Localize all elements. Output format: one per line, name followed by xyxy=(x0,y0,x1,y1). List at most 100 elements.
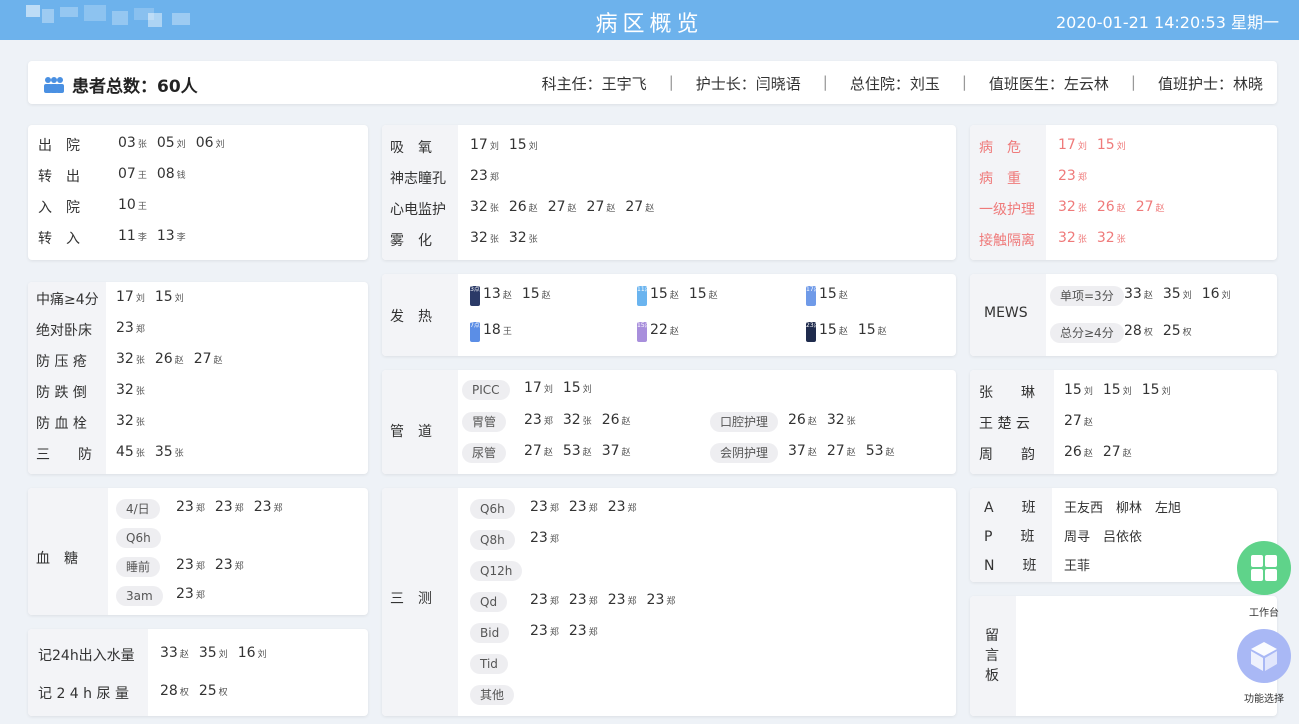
fever-item[interactable]: 17点 15 赵 xyxy=(806,286,858,306)
vital-signs-panel[interactable]: 三 测 Q6h 23 郑 23 郑 23 郑 Q8h 23 郑 Q12h Qd 23 郑 23 郑 23 郑 23 郑… xyxy=(382,488,956,716)
bed-number[interactable]: 32 张 xyxy=(1058,230,1087,246)
bed-number[interactable]: 27 赵 xyxy=(827,443,856,459)
bed-number[interactable]: 27 赵 xyxy=(625,199,654,215)
workbench-button[interactable] xyxy=(1237,541,1291,595)
tube-type-tag[interactable]: 口腔护理 xyxy=(710,412,779,432)
glucose-frequency-tag[interactable]: 3am xyxy=(116,586,163,606)
bed-number[interactable]: 11 李 xyxy=(118,228,147,244)
bed-number[interactable]: 33 赵 xyxy=(160,645,189,661)
bed-number[interactable]: 26 赵 xyxy=(155,351,184,367)
bed-number[interactable]: 23 郑 xyxy=(524,412,553,428)
function-select-button[interactable] xyxy=(1237,629,1291,683)
bed-number[interactable]: 13 李 xyxy=(157,228,186,244)
bed-number[interactable]: 23 郑 xyxy=(176,499,205,515)
bed-number[interactable]: 15 刘 xyxy=(1064,382,1093,398)
vitals-frequency-tag[interactable]: 其他 xyxy=(470,685,515,705)
bed-number[interactable]: 27 赵 xyxy=(1064,413,1093,429)
fever-item[interactable]: 3点 13 赵 15 赵 xyxy=(470,286,561,306)
bed-number[interactable]: 23 郑 xyxy=(215,557,244,573)
bed-number[interactable]: 23 郑 xyxy=(254,499,283,515)
bed-number[interactable]: 27 赵 xyxy=(1136,199,1165,215)
patient-movement-panel[interactable]: 出 院 03 张 05 刘 06 刘转 出 07 王 08 钱入 院 10 王转 入 11 李 13 李 xyxy=(28,125,368,260)
bed-number[interactable]: 23 郑 xyxy=(647,592,676,608)
tubes-panel[interactable]: 管 道 PICC 17 刘 15 刘胃管 23 郑 32 张 26 赵口腔护理 26 赵 32 张尿管 27 赵… xyxy=(382,370,956,474)
bed-number[interactable]: 23 郑 xyxy=(1058,168,1087,184)
bed-number[interactable]: 33 赵 xyxy=(1124,286,1153,302)
fever-panel[interactable]: 发 热 3点 13 赵 15 赵 11点 15 赵 15 赵 17点 15 赵 7点 18 王 15点 22 赵 23… xyxy=(382,274,956,356)
bed-number[interactable]: 25 权 xyxy=(199,683,228,699)
bed-number[interactable]: 05 刘 xyxy=(157,135,186,151)
blood-glucose-panel[interactable]: 血 糖 4/日 23 郑 23 郑 23 郑 Q6h 睡前 23 郑 23 郑 3am 23 郑 xyxy=(28,488,368,615)
bed-number[interactable]: 08 钱 xyxy=(157,166,186,182)
bed-number[interactable]: 28 权 xyxy=(1124,323,1153,339)
bed-number[interactable]: 27 赵 xyxy=(548,199,577,215)
vitals-frequency-tag[interactable]: Bid xyxy=(470,623,510,643)
bed-number[interactable]: 53 赵 xyxy=(866,443,895,459)
bed-number[interactable]: 15 刘 xyxy=(509,137,538,153)
bed-number[interactable]: 23 郑 xyxy=(176,586,205,602)
bed-number[interactable]: 15 赵 xyxy=(858,322,887,342)
bed-number[interactable]: 23 郑 xyxy=(530,623,559,639)
bed-number[interactable]: 16 刘 xyxy=(1202,286,1231,302)
bed-number[interactable]: 15 赵 xyxy=(689,286,718,306)
bed-number[interactable]: 17 刘 xyxy=(116,289,145,305)
bed-number[interactable]: 23 郑 xyxy=(530,530,559,546)
bed-number[interactable]: 17 刘 xyxy=(1058,137,1087,153)
bed-number[interactable]: 06 刘 xyxy=(196,135,225,151)
mews-panel[interactable]: MEWS 单项=3分 33 赵 35 刘 16 刘总分≥4分 28 权 25 权 xyxy=(970,274,1277,356)
bed-number[interactable]: 15 赵 xyxy=(819,322,848,342)
mews-criteria-tag[interactable]: 总分≥4分 xyxy=(1050,323,1124,343)
bed-number[interactable]: 15 赵 xyxy=(819,286,848,306)
glucose-frequency-tag[interactable]: Q6h xyxy=(116,528,161,548)
bed-number[interactable]: 23 郑 xyxy=(569,499,598,515)
bed-number[interactable]: 28 权 xyxy=(160,683,189,699)
bed-number[interactable]: 32 张 xyxy=(563,412,592,428)
bed-number[interactable]: 03 张 xyxy=(118,135,147,151)
tube-type-tag[interactable]: 尿管 xyxy=(462,443,507,463)
bed-number[interactable]: 35 刘 xyxy=(199,645,228,661)
bed-number[interactable]: 23 郑 xyxy=(608,592,637,608)
bed-number[interactable]: 15 刘 xyxy=(155,289,184,305)
bed-number[interactable]: 17 刘 xyxy=(524,380,553,396)
bed-number[interactable]: 26 赵 xyxy=(1064,444,1093,460)
bed-number[interactable]: 23 郑 xyxy=(569,592,598,608)
bed-number[interactable]: 22 赵 xyxy=(650,322,679,342)
bed-number[interactable]: 32 张 xyxy=(827,412,856,428)
bed-number[interactable]: 32 张 xyxy=(116,382,145,398)
bed-number[interactable]: 15 赵 xyxy=(522,286,551,306)
bed-number[interactable]: 23 郑 xyxy=(116,320,145,336)
bed-number[interactable]: 26 赵 xyxy=(1097,199,1126,215)
nurse-assignment-panel[interactable]: 张 琳 15 刘 15 刘 15 刘王 楚 云 27 赵周 韵 26 赵 27 赵 xyxy=(970,370,1277,474)
bed-number[interactable]: 32 张 xyxy=(116,413,145,429)
bed-number[interactable]: 23 郑 xyxy=(470,168,499,184)
glucose-frequency-tag[interactable]: 睡前 xyxy=(116,557,161,577)
tube-type-tag[interactable]: PICC xyxy=(462,380,510,400)
mews-criteria-tag[interactable]: 单项=3分 xyxy=(1050,286,1124,306)
bed-number[interactable]: 27 赵 xyxy=(194,351,223,367)
bed-number[interactable]: 15 刘 xyxy=(1142,382,1171,398)
glucose-frequency-tag[interactable]: 4/日 xyxy=(116,499,160,519)
bed-number[interactable]: 27 赵 xyxy=(524,443,553,459)
vitals-frequency-tag[interactable]: Q12h xyxy=(470,561,523,581)
critical-status-panel[interactable]: 病 危 17 刘 15 刘病 重 23 郑一级护理 32 张 26 赵 27 赵接触隔离 32 张 32 张 xyxy=(970,125,1277,260)
bed-number[interactable]: 15 赵 xyxy=(650,286,679,306)
vitals-frequency-tag[interactable]: Qd xyxy=(470,592,508,612)
bed-number[interactable]: 35 张 xyxy=(155,444,184,460)
fever-item[interactable]: 15点 22 赵 xyxy=(637,322,689,342)
bed-number[interactable]: 53 赵 xyxy=(563,443,592,459)
bed-number[interactable]: 18 王 xyxy=(483,322,512,342)
bed-number[interactable]: 32 张 xyxy=(509,230,538,246)
bed-number[interactable]: 32 张 xyxy=(1058,199,1087,215)
fever-item[interactable]: 23点 15 赵 15 赵 xyxy=(806,322,897,342)
bed-number[interactable]: 23 郑 xyxy=(608,499,637,515)
bed-number[interactable]: 26 赵 xyxy=(509,199,538,215)
bed-number[interactable]: 15 刘 xyxy=(563,380,592,396)
bed-number[interactable]: 37 赵 xyxy=(788,443,817,459)
vitals-frequency-tag[interactable]: Q8h xyxy=(470,530,515,550)
bed-number[interactable]: 32 张 xyxy=(470,230,499,246)
tube-type-tag[interactable]: 胃管 xyxy=(462,412,507,432)
bed-number[interactable]: 26 赵 xyxy=(788,412,817,428)
care-items-panel[interactable]: 吸 氧 17 刘 15 刘神志瞳孔 23 郑心电监护 32 张 26 赵 27 赵 27 赵 27 赵雾 化 32… xyxy=(382,125,956,260)
intake-output-panel[interactable]: 记24h出入水量 33 赵 35 刘 16 刘记 2 4 h 尿 量 28 权 25 权 xyxy=(28,629,368,716)
bed-number[interactable]: 16 刘 xyxy=(238,645,267,661)
